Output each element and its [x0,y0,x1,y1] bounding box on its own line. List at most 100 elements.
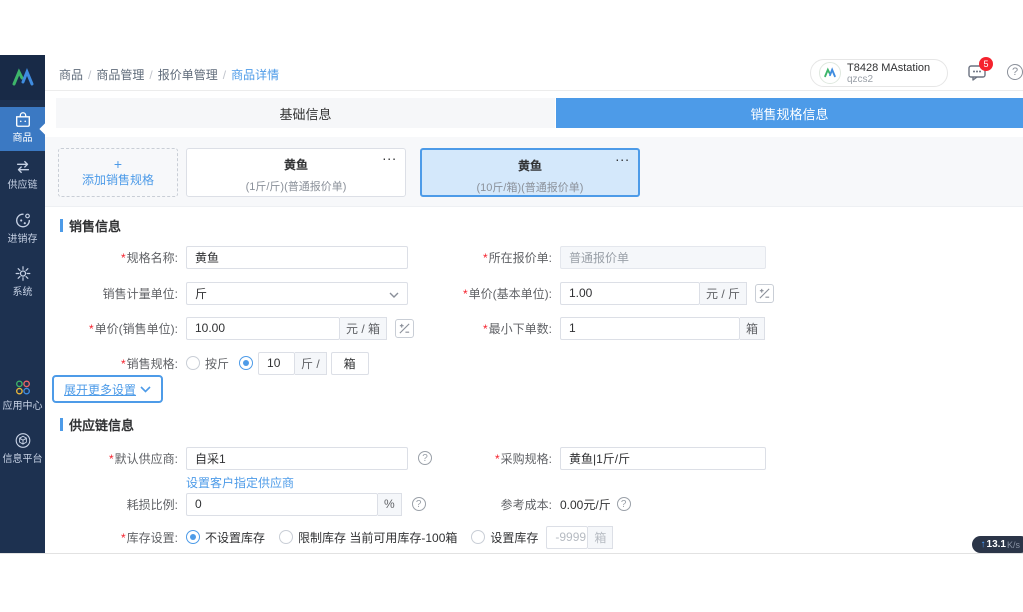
breadcrumb-separator: / [149,68,152,82]
input-value: 10.00 [195,321,225,335]
field-label: *最小下单数: [430,320,552,337]
purchase-spec-input[interactable]: 黄鱼|1斤/斤 [560,447,766,470]
sidebar-item-label: 应用中心 [0,397,45,412]
tab-sales-spec-info[interactable]: 销售规格信息 [556,98,1023,128]
field-label: 耗损比例: [45,496,178,513]
tab-basic-info[interactable]: 基础信息 [56,98,555,128]
gear-icon [14,265,32,282]
supply-section-title: 供应链信息 [60,415,134,434]
card-menu-icon[interactable]: ... [615,148,630,164]
add-spec-card[interactable]: + 添加销售规格 [58,148,178,197]
field-label: *单价(基本单位): [430,285,552,302]
field-label: *库存设置: [45,529,178,546]
set-customer-supplier-link[interactable]: 设置客户指定供应商 [186,474,294,491]
radio-no-stock[interactable] [186,530,200,544]
spec-unit-box[interactable]: 箱 [331,352,369,375]
calculator-icon[interactable] [755,284,774,303]
ref-cost-value: 0.00元/斤 [560,496,611,513]
message-badge: 5 [979,57,993,71]
user-menu[interactable]: T8428 MAstation qzcs2 [810,59,948,87]
required-mark: * [483,251,488,265]
sidebar-item-supply-chain[interactable]: 供应链 [0,155,45,199]
spec-name-input[interactable]: 黄鱼 [186,246,408,269]
sidebar-item-system[interactable]: 系统 [0,261,45,305]
field-label: *规格名称: [45,249,178,266]
user-account: qzcs2 [847,74,930,85]
input-value: 普通报价单 [569,249,629,266]
input-value: 0 [195,497,202,511]
field-label: *采购规格: [430,450,552,467]
radio-label[interactable]: 不设置库存 [205,529,265,546]
input-value: 1.00 [569,286,592,300]
field-label: *销售规格: [45,355,178,372]
min-order-input[interactable]: 1 [560,317,740,340]
spec-qty-addon: 斤 / [295,352,327,375]
select-value: 斤 [195,285,207,302]
spec-qty-input[interactable]: 10 [258,352,295,375]
radio-by-package[interactable] [239,356,253,370]
spec-name-row: *规格名称: 黄鱼 [45,245,408,269]
avatar-logo-icon [823,67,837,79]
sidebar-item-products[interactable]: 商品 [0,107,45,151]
breadcrumb-item[interactable]: 商品管理 [96,68,144,82]
section-bar [60,219,63,232]
base-price-input[interactable]: 1.00 [560,282,700,305]
radio-by-weight[interactable] [186,356,200,370]
radio-label[interactable]: 设置库存 [490,529,538,546]
purchase-spec-row: *采购规格: 黄鱼|1斤/斤 [430,446,766,470]
input-value: -9999 [555,530,586,544]
calculator-icon[interactable] [395,319,414,338]
network-speed-indicator: ↑ 13.1 K/s [972,536,1023,553]
spec-card-subtitle: (1斤/斤)(普通报价单) [187,178,405,194]
info-icon[interactable]: ? [412,497,426,511]
help-icon[interactable]: ? [1007,64,1023,80]
sidebar-item-app-center[interactable]: 应用中心 [0,375,45,419]
spec-card[interactable]: 黄鱼 (1斤/斤)(普通报价单) ... [186,148,406,197]
apps-icon [14,379,32,396]
sidebar-item-label: 信息平台 [0,450,45,465]
plus-minus-glyph [758,287,771,300]
breadcrumb-item[interactable]: 报价单管理 [158,68,218,82]
sale-price-unit-addon: 元 / 箱 [340,317,387,340]
logo-icon [10,67,36,89]
min-order-row: *最小下单数: 1 箱 [430,316,765,340]
inventory-icon [14,212,32,229]
spec-card-selected[interactable]: 黄鱼 (10斤/箱)(普通报价单) ... [420,148,640,197]
radio-limit-stock[interactable] [279,530,293,544]
card-menu-icon[interactable]: ... [382,147,397,163]
tab-label: 销售规格信息 [750,104,828,123]
sidebar-item-info-platform[interactable]: 信息平台 [0,428,45,472]
required-mark: * [89,322,94,336]
spec-card-strip: + 添加销售规格 黄鱼 (1斤/斤)(普通报价单) ... 黄鱼 (10斤/箱)… [45,137,1023,207]
input-value: 自采1 [195,450,226,467]
breadcrumb-current: 商品详情 [231,68,279,82]
loss-ratio-input[interactable]: 0 [186,493,378,516]
chevron-down-icon [140,386,151,393]
stock-setting-row: *库存设置: 不设置库存 限制库存 当前可用库存-100箱 设置库存 -9999… [45,525,613,549]
expand-more-settings-button[interactable]: 展开更多设置 [52,375,163,403]
sale-price-input[interactable]: 10.00 [186,317,340,340]
info-icon[interactable]: ? [617,497,631,511]
required-mark: * [463,287,468,301]
required-mark: * [121,531,126,545]
breadcrumb-item[interactable]: 商品 [59,68,83,82]
sale-spec-row: *销售规格: 按斤 10 斤 / 箱 [45,351,369,375]
bag-icon [14,111,32,128]
breadcrumb: 商品/商品管理/报价单管理/商品详情 [59,66,279,83]
radio-label[interactable]: 限制库存 当前可用库存-100箱 [298,529,457,546]
plus-minus-glyph [398,322,411,335]
ref-cost-row: 参考成本: 0.00元/斤 ? [430,492,631,516]
sale-unit-select[interactable]: 斤 [186,282,408,305]
network-speed-unit: K/s [1007,540,1020,550]
section-title-text: 供应链信息 [69,415,134,434]
radio-set-stock[interactable] [471,530,485,544]
radio-label[interactable]: 按斤 [205,355,229,372]
section-title-text: 销售信息 [69,216,121,235]
input-value: 黄鱼 [195,249,219,266]
spec-card-subtitle: (10斤/箱)(普通报价单) [422,179,638,195]
sidebar-item-inventory[interactable]: 进销存 [0,208,45,252]
field-label: 参考成本: [430,496,552,513]
supplier-input[interactable]: 自采1 [186,447,408,470]
cube-icon [14,432,32,449]
swap-arrows-icon [14,159,32,175]
